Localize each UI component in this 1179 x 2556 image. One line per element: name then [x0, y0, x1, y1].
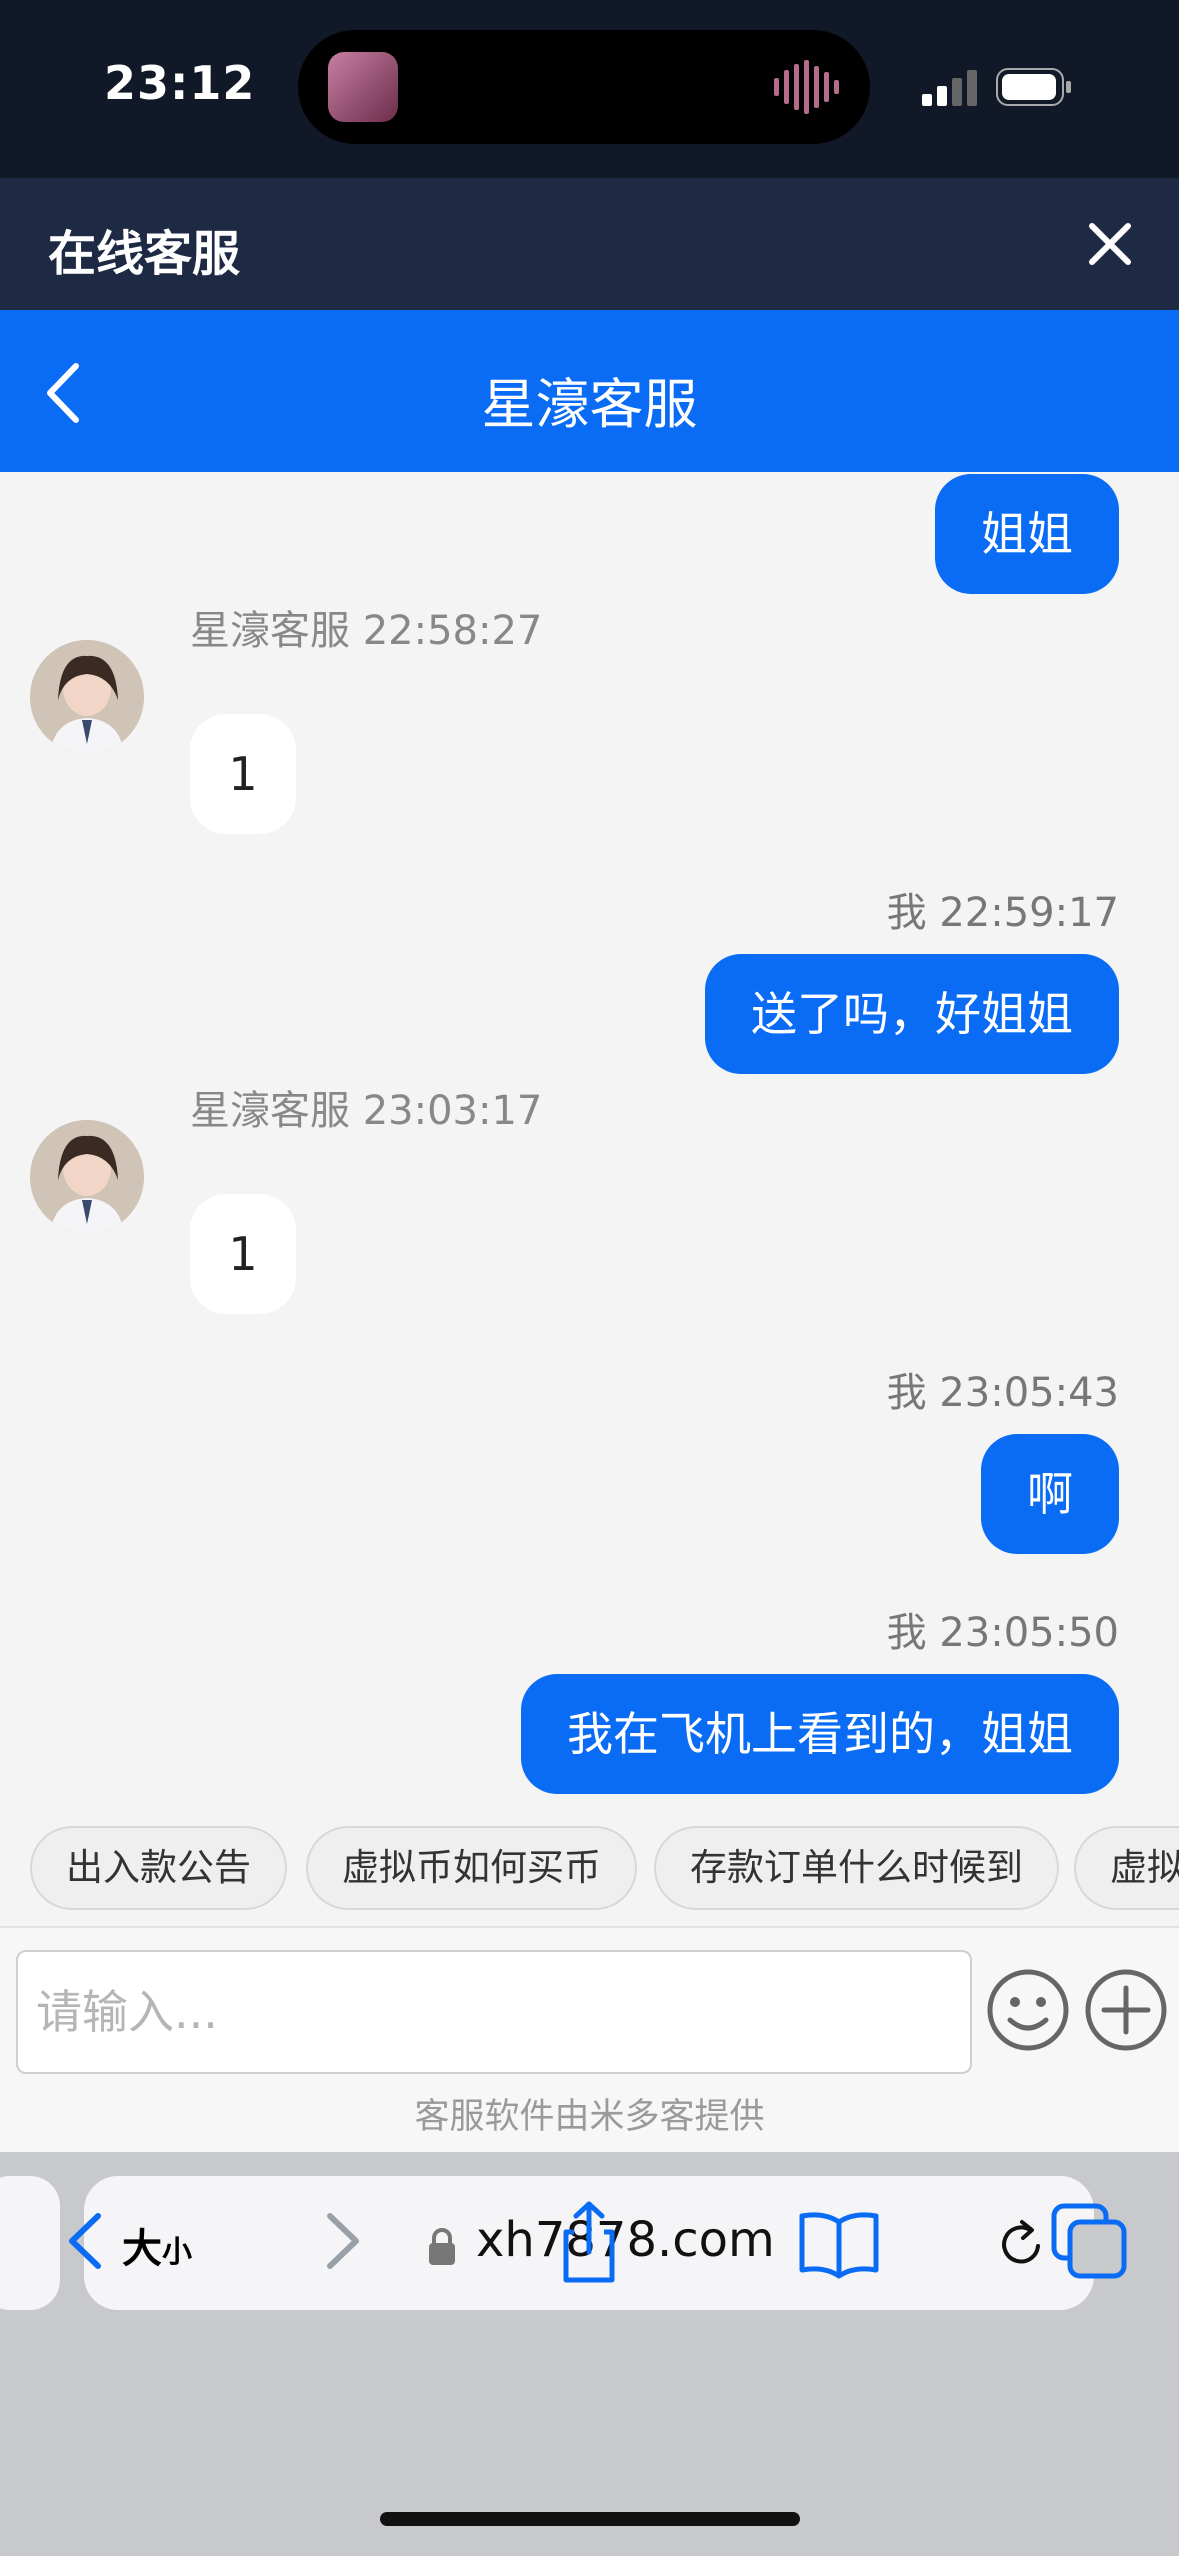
message-meta: 我 23:05:43: [886, 1370, 1119, 1416]
audio-waveform-icon: [774, 60, 839, 114]
quick-reply-bar[interactable]: 出入款公告 虚拟币如何买币 存款订单什么时候到 虚拟: [0, 1810, 1179, 1928]
cellular-signal-icon: [922, 70, 977, 106]
agent-avatar[interactable]: [30, 1120, 144, 1234]
app-header: 在线客服: [0, 178, 1179, 310]
composer: 请输入... 客服软件由米多客提供: [0, 1928, 1179, 2152]
bookmarks-icon[interactable]: [794, 2196, 884, 2286]
lock-icon: [429, 2228, 455, 2265]
chat-nav-bar: 星濠客服: [0, 310, 1179, 472]
add-attachment-icon[interactable]: [1084, 1968, 1168, 2052]
status-bar: 23:12: [0, 0, 1179, 178]
browser-back-icon[interactable]: [42, 2196, 132, 2286]
dynamic-island[interactable]: [298, 30, 870, 144]
agent-message-bubble[interactable]: 1: [190, 714, 296, 834]
quick-reply-chip[interactable]: 存款订单什么时候到: [654, 1826, 1059, 1910]
tabs-icon[interactable]: [1044, 2196, 1134, 2286]
message-input[interactable]: 请输入...: [16, 1950, 972, 2074]
quick-reply-chip[interactable]: 出入款公告: [30, 1826, 287, 1910]
agent-message-bubble[interactable]: 1: [190, 1194, 296, 1314]
chat-title: 星濠客服: [481, 373, 698, 436]
emoji-icon[interactable]: [986, 1968, 1070, 2052]
message-meta: 星濠客服 22:58:27: [190, 608, 543, 654]
reload-icon[interactable]: [994, 2216, 1050, 2272]
battery-icon: [996, 68, 1071, 106]
message-meta: 我 22:59:17: [886, 890, 1119, 936]
message-meta: 星濠客服 23:03:17: [190, 1088, 543, 1134]
quick-reply-chip[interactable]: 虚拟币如何买币: [306, 1826, 637, 1910]
status-time: 23:12: [104, 56, 256, 110]
powered-by-text: 客服软件由米多客提供: [414, 2097, 765, 2137]
chat-messages[interactable]: 姐姐 星濠客服 22:58:27 1 我 22:59:17 送了吗，好姐姐 星濠…: [0, 472, 1179, 1810]
message-meta: 我 23:05:50: [886, 1610, 1119, 1656]
my-message-bubble[interactable]: 姐姐: [935, 474, 1119, 594]
share-icon[interactable]: [544, 2196, 634, 2286]
header-title: 在线客服: [48, 226, 241, 282]
text-size-button[interactable]: 大小: [122, 2216, 192, 2274]
my-message-bubble[interactable]: 送了吗，好姐姐: [705, 954, 1119, 1074]
close-icon[interactable]: [1080, 214, 1140, 274]
home-indicator[interactable]: [380, 2512, 800, 2526]
browser-forward-icon[interactable]: [296, 2196, 386, 2286]
my-message-bubble[interactable]: 我在飞机上看到的，姐姐: [521, 1674, 1119, 1794]
now-playing-thumbnail: [328, 52, 398, 122]
quick-reply-chip[interactable]: 虚拟: [1074, 1826, 1179, 1910]
agent-avatar[interactable]: [30, 640, 144, 754]
my-message-bubble[interactable]: 啊: [981, 1434, 1119, 1554]
text-size-small: 小: [162, 2235, 192, 2270]
